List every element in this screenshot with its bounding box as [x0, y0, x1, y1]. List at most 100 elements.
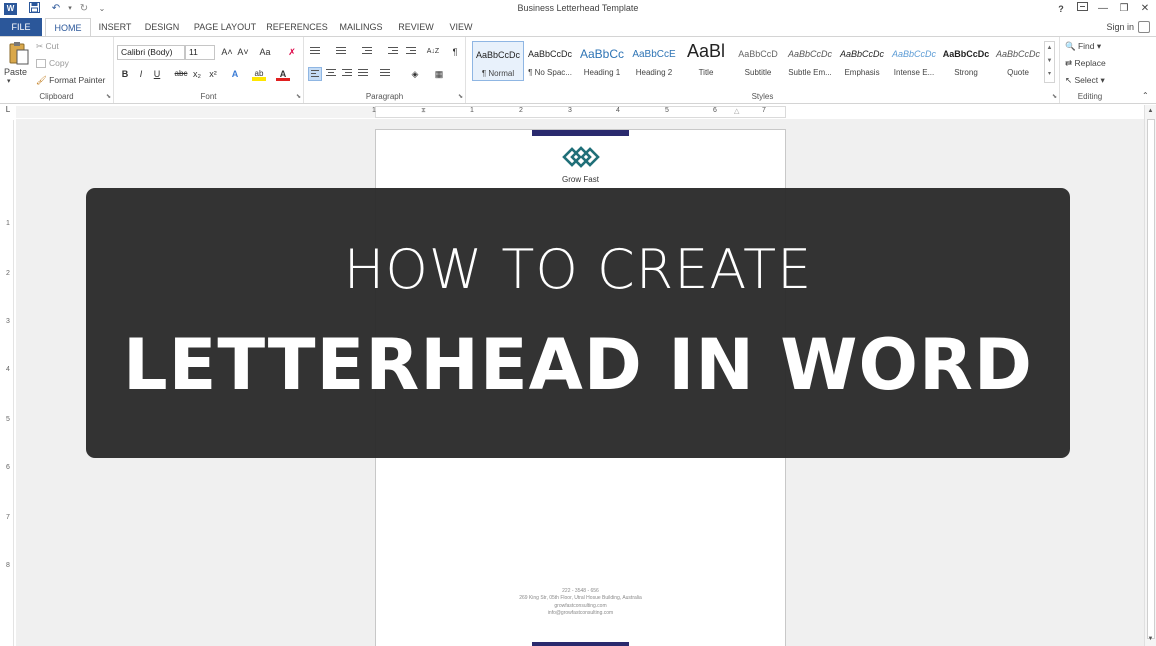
shading-icon[interactable]: ◈ [408, 67, 422, 81]
sort-button[interactable]: A↓Z [426, 45, 440, 59]
paste-icon[interactable] [8, 41, 30, 69]
restore-button[interactable]: ❐ [1115, 1, 1133, 17]
style-heading-2[interactable]: AaBbCcE Heading 2 [628, 41, 680, 81]
font-group: Calibri (Body) 11 A˄ A˅ Aa ✗ B I U abc x… [114, 37, 304, 103]
collapse-ribbon-icon[interactable]: ⌃ [1142, 91, 1149, 100]
style-intense-emphasis[interactable]: AaBbCcDc Intense E... [888, 41, 940, 81]
style-no-spacing[interactable]: AaBbCcDc ¶ No Spac... [524, 41, 576, 81]
tab-home[interactable]: HOME [45, 18, 91, 36]
font-color-button[interactable]: A [276, 67, 290, 81]
tab-references[interactable]: REFERENCES [266, 18, 328, 36]
superscript-button[interactable]: x² [206, 67, 220, 81]
paragraph-launcher-icon[interactable]: ⬊ [458, 93, 463, 100]
format-painter-button[interactable]: 🖌 Format Painter [36, 75, 105, 86]
horizontal-ruler[interactable]: 1 1 2 3 4 5 6 7 ⧗ △ [372, 106, 786, 118]
document-title: Business Letterhead Template [517, 3, 639, 13]
style-sample: AaBl [686, 41, 726, 61]
styles-launcher-icon[interactable]: ⬊ [1052, 93, 1057, 100]
tab-mailings[interactable]: MAILINGS [334, 18, 388, 36]
vertical-ruler[interactable]: 1 2 3 4 5 6 7 8 [4, 120, 14, 646]
clipboard-launcher-icon[interactable]: ⬊ [106, 93, 111, 100]
account-icon[interactable] [1138, 21, 1150, 33]
bullets-icon[interactable] [308, 45, 322, 59]
multilevel-list-icon[interactable] [360, 45, 374, 59]
scroll-down-icon[interactable]: ▼ [1145, 633, 1156, 645]
style-sample: AaBbCc [579, 47, 625, 61]
indent-marker-icon[interactable]: ⧗ [421, 107, 426, 115]
font-launcher-icon[interactable]: ⬊ [296, 93, 301, 100]
paste-button[interactable]: Paste [4, 67, 27, 77]
bold-button[interactable]: B [118, 67, 132, 81]
select-button[interactable]: ↖ Select ▾ [1065, 75, 1105, 86]
minimize-button[interactable]: — [1094, 1, 1112, 17]
copy-button[interactable]: Copy [36, 58, 69, 69]
style-sample: AaBbCcDc [787, 49, 832, 59]
tab-design[interactable]: DESIGN [140, 18, 184, 36]
justify-button[interactable] [356, 67, 370, 81]
find-button[interactable]: 🔍 Find ▾ [1065, 41, 1101, 52]
show-formatting-marks-button[interactable]: ¶ [448, 45, 462, 59]
font-family-select[interactable]: Calibri (Body) [117, 45, 185, 60]
tab-insert[interactable]: INSERT [94, 18, 136, 36]
right-indent-marker-icon[interactable]: △ [734, 107, 739, 115]
clipboard-group: Paste ▾ ✂ Cut Copy 🖌 Format Painter Clip… [0, 37, 114, 103]
replace-button[interactable]: ⇄ Replace [1065, 58, 1106, 69]
increase-indent-icon[interactable] [404, 45, 418, 59]
change-case-button[interactable]: Aa [255, 45, 275, 59]
tab-review[interactable]: REVIEW [394, 18, 438, 36]
italic-button[interactable]: I [134, 67, 148, 81]
ruler-tick: 1 [470, 107, 474, 114]
style-sample: AaBbCcDc [839, 49, 884, 59]
cut-button[interactable]: ✂ Cut [36, 41, 59, 52]
borders-icon[interactable]: ▦ [432, 67, 446, 81]
highlight-color-button[interactable]: ab [252, 67, 266, 81]
close-button[interactable]: ✕ [1136, 1, 1154, 17]
text-effects-button[interactable]: A [228, 67, 242, 81]
style-normal[interactable]: AaBbCcDc ¶ Normal [472, 41, 524, 81]
tab-file[interactable]: FILE [0, 18, 42, 36]
help-button[interactable]: ? [1052, 1, 1070, 17]
clear-formatting-icon[interactable]: ✗ [285, 45, 299, 59]
sign-in-link[interactable]: Sign in [1106, 18, 1134, 36]
align-center-button[interactable] [324, 67, 338, 81]
tab-selector[interactable]: L [0, 105, 16, 119]
ruler-tick: 2 [6, 270, 10, 277]
underline-button[interactable]: U [150, 67, 164, 81]
font-size-select[interactable]: 11 [185, 45, 215, 60]
style-name: Subtle Em... [788, 68, 832, 77]
scroll-up-icon[interactable]: ▲ [1145, 105, 1156, 117]
style-quote[interactable]: AaBbCcDc Quote [992, 41, 1044, 81]
scrollbar-thumb[interactable] [1147, 119, 1155, 639]
style-title[interactable]: AaBl Title [680, 41, 732, 81]
style-subtitle[interactable]: AaBbCcD Subtitle [732, 41, 784, 81]
paragraph-group-label: Paragraph [365, 92, 404, 101]
numbering-icon[interactable] [334, 45, 348, 59]
banner-line-2: LETTERHEAD IN WORD [122, 324, 1034, 406]
shrink-font-button[interactable]: A˅ [236, 45, 250, 59]
ruler-tick: 5 [665, 107, 669, 114]
style-name: Title [698, 68, 714, 77]
cursor-icon: ↖ [1065, 75, 1073, 85]
style-emphasis[interactable]: AaBbCcDc Emphasis [836, 41, 888, 81]
copy-icon [36, 59, 46, 69]
tab-page-layout[interactable]: PAGE LAYOUT [190, 18, 260, 36]
grow-font-button[interactable]: A˄ [220, 45, 234, 59]
vertical-scrollbar[interactable]: ▲ ▼ [1144, 105, 1156, 646]
word-window: W ↶ ▾ ↻ ⌄ Business Letterhead Template ?… [0, 0, 1156, 646]
subscript-button[interactable]: x₂ [190, 67, 204, 81]
tab-view[interactable]: VIEW [444, 18, 478, 36]
align-left-button[interactable] [308, 67, 322, 81]
style-heading-1[interactable]: AaBbCc Heading 1 [576, 41, 628, 81]
paste-dropdown-icon[interactable]: ▾ [7, 77, 11, 85]
style-subtle-emphasis[interactable]: AaBbCcDc Subtle Em... [784, 41, 836, 81]
style-strong[interactable]: AaBbCcDc Strong [940, 41, 992, 81]
styles-gallery-scroll[interactable]: ▲ ▼ ▾ [1044, 41, 1055, 83]
style-sample: AaBbCcDc [527, 49, 572, 59]
line-spacing-icon[interactable] [378, 67, 392, 81]
ruler-tick: 5 [6, 416, 10, 423]
align-right-button[interactable] [340, 67, 354, 81]
strikethrough-button[interactable]: abc [172, 67, 190, 81]
ruler-tick: 8 [6, 562, 10, 569]
ribbon-display-options-icon[interactable] [1073, 1, 1091, 17]
decrease-indent-icon[interactable] [386, 45, 400, 59]
